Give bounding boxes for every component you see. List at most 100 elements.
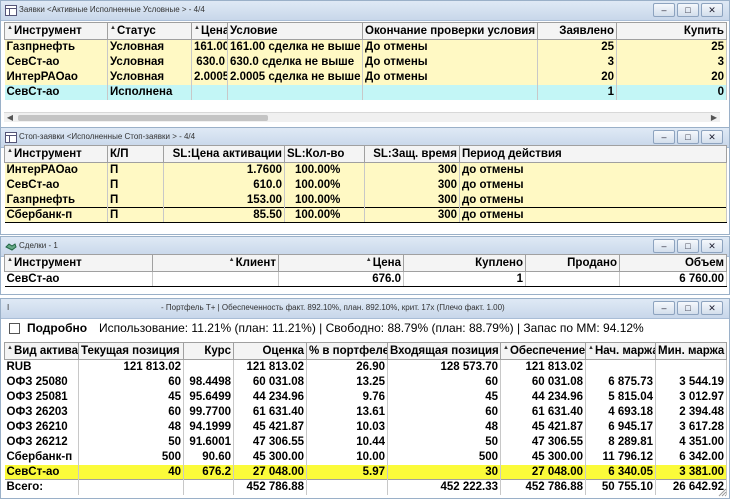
cell-incoming: 60: [387, 374, 501, 390]
cell-value: 452 786.88: [233, 479, 307, 495]
cell-asset: ОФЗ 25081: [4, 389, 79, 405]
portfolio-titlebar[interactable]: I - Портфель Т+ | Обеспеченность факт. 8…: [1, 299, 729, 319]
maximize-button[interactable]: □: [677, 239, 699, 253]
close-button[interactable]: ✕: [701, 301, 723, 315]
table-row[interactable]: СевСт-ао П 610.0 100.00% 300 до отмены: [4, 177, 727, 193]
close-button[interactable]: ✕: [701, 130, 723, 144]
table-row[interactable]: ОФЗ 25080 60 98.4498 60 031.08 13.25 60 60 031…: [4, 374, 727, 390]
col-header[interactable]: SL:Цена активации: [163, 145, 285, 163]
deals-table: ▲Инструмент ▲Клиент ▲Цена Куплено Продан…: [4, 254, 727, 287]
maximize-button[interactable]: □: [677, 130, 699, 144]
scroll-thumb[interactable]: [18, 115, 268, 121]
minimize-button[interactable]: –: [653, 239, 675, 253]
table-row[interactable]: ОФЗ 26212 50 91.6001 47 306.55 10.44 50 47 306…: [4, 434, 727, 450]
cell-position: 48: [78, 419, 184, 435]
col-header[interactable]: % в портфеле: [306, 342, 388, 360]
table-row[interactable]: СевСт-ао Условная 630.0 630.0 сделка не …: [4, 54, 727, 70]
cell-instrument: Газпрнефть: [4, 39, 108, 55]
table-row[interactable]: ИнтерРАОао Условная 2.0005 2.0005 сделка…: [4, 69, 727, 85]
col-header[interactable]: Купить: [616, 22, 727, 40]
cell-condition: [227, 84, 363, 100]
cell-init-margin: 4 693.18: [585, 404, 656, 420]
col-header[interactable]: SL:Кол-во: [284, 145, 365, 163]
cell-kp: П: [107, 177, 164, 193]
cell-condition: 161.00 сделка не выше: [227, 39, 363, 55]
col-header[interactable]: ▲Статус: [107, 22, 192, 40]
table-row[interactable]: Газпрнефть П 153.00 100.00% 300 до отмен…: [4, 192, 727, 208]
table-row[interactable]: Сбербанк-п П 85.50 100.00% 300 до отмены: [4, 207, 727, 223]
table-row[interactable]: СевСт-ао 676.0 1 6 760.00: [4, 271, 727, 287]
col-header[interactable]: Объем: [619, 254, 727, 272]
horizontal-scrollbar[interactable]: ◀ ▶: [4, 112, 720, 122]
cell-activation: 85.50: [163, 207, 285, 223]
cell-ending: До отмены: [362, 69, 538, 85]
col-header[interactable]: ▲Вид актива: [4, 342, 79, 360]
table-row[interactable]: RUB 121 813.02 121 813.02 26.90 128 573.70 12…: [4, 359, 727, 375]
maximize-button[interactable]: □: [677, 3, 699, 17]
col-header[interactable]: Условие: [227, 22, 363, 40]
col-header[interactable]: ▲Обеспечение: [500, 342, 586, 360]
col-header[interactable]: ▲Клиент: [152, 254, 279, 272]
col-header[interactable]: Оценка: [233, 342, 307, 360]
cell-ending: До отмены: [362, 54, 538, 70]
close-button[interactable]: ✕: [701, 3, 723, 17]
cell-declared: 1: [537, 84, 617, 100]
col-header[interactable]: ▲Инструмент: [4, 22, 108, 40]
col-header[interactable]: Текущая позиция: [78, 342, 184, 360]
col-header[interactable]: SL:Защ. время: [364, 145, 460, 163]
col-header[interactable]: Период действия: [459, 145, 727, 163]
cell-incoming: 128 573.70: [387, 359, 501, 375]
cell-pct: 13.61: [306, 404, 388, 420]
cell-rate: 676.2: [183, 464, 234, 480]
minimize-button[interactable]: –: [653, 130, 675, 144]
cell-asset: СевСт-ао: [4, 464, 79, 480]
table-row[interactable]: Сбербанк-п 500 90.60 45 300.00 10.00 500 45 30…: [4, 449, 727, 465]
details-toggle[interactable]: Подробно: [9, 320, 87, 336]
scroll-right-icon[interactable]: ▶: [708, 113, 720, 123]
col-header[interactable]: Заявлено: [537, 22, 617, 40]
cell-period: до отмены: [459, 192, 727, 208]
col-header[interactable]: Окончание проверки условия: [362, 22, 538, 40]
portfolio-title: - Портфель Т+ | Обеспеченность факт. 892…: [161, 303, 505, 312]
minimize-button[interactable]: –: [653, 301, 675, 315]
cell-pct: 10.00: [306, 449, 388, 465]
cell-position: 500: [78, 449, 184, 465]
cell-asset: RUB: [4, 359, 79, 375]
table-row[interactable]: ОФЗ 25081 45 95.6499 44 234.96 9.76 45 44 234.…: [4, 389, 727, 405]
cell-rate: 98.4498: [183, 374, 234, 390]
col-header[interactable]: Входящая позиция: [387, 342, 501, 360]
col-header[interactable]: Продано: [525, 254, 620, 272]
col-header[interactable]: К/П: [107, 145, 164, 163]
col-header[interactable]: ▲Цена: [191, 22, 228, 40]
col-header[interactable]: ▲Нач. маржа: [585, 342, 656, 360]
col-header[interactable]: Мин. маржа: [655, 342, 727, 360]
col-header[interactable]: Курс: [183, 342, 234, 360]
table-row[interactable]: СевСт-ао Исполнена 1 0: [4, 84, 727, 100]
minimize-button[interactable]: –: [653, 3, 675, 17]
details-checkbox[interactable]: [9, 322, 20, 334]
deals-title: Сделки - 1: [19, 241, 58, 250]
cell-min-margin: 3 381.00: [655, 464, 727, 480]
close-button[interactable]: ✕: [701, 239, 723, 253]
resize-grip-icon[interactable]: [718, 488, 727, 497]
table-row[interactable]: Газпрнефть Условная 161.00 161.00 сделка…: [4, 39, 727, 55]
cell-init-margin: 50 755.10: [585, 479, 656, 495]
orders-titlebar[interactable]: Заявки <Активные Исполненные Условные > …: [1, 1, 729, 21]
cell-buy: 3: [616, 54, 727, 70]
minimize-icon: –: [661, 241, 667, 251]
table-row[interactable]: ИнтерРАОао П 1.7600 100.00% 300 до отмен…: [4, 162, 727, 178]
cell-value: 61 631.40: [233, 404, 307, 420]
scroll-left-icon[interactable]: ◀: [4, 113, 16, 123]
maximize-button[interactable]: □: [677, 301, 699, 315]
table-row[interactable]: СевСт-ао 40 676.2 27 048.00 5.97 30 27 048.00 6…: [4, 464, 727, 480]
cell-instrument: СевСт-ао: [4, 177, 108, 193]
table-row[interactable]: ОФЗ 26203 60 99.7700 61 631.40 13.61 60 61 631…: [4, 404, 727, 420]
col-header[interactable]: Куплено: [403, 254, 526, 272]
cell-pct: 5.97: [306, 464, 388, 480]
col-header[interactable]: ▲Инструмент: [4, 145, 108, 163]
col-header[interactable]: ▲Цена: [278, 254, 404, 272]
table-row[interactable]: ОФЗ 26210 48 94.1999 45 421.87 10.03 48 45 421…: [4, 419, 727, 435]
cell-qty: 100.00%: [284, 207, 365, 223]
col-header[interactable]: ▲Инструмент: [4, 254, 153, 272]
cell-init-margin: 6 875.73: [585, 374, 656, 390]
